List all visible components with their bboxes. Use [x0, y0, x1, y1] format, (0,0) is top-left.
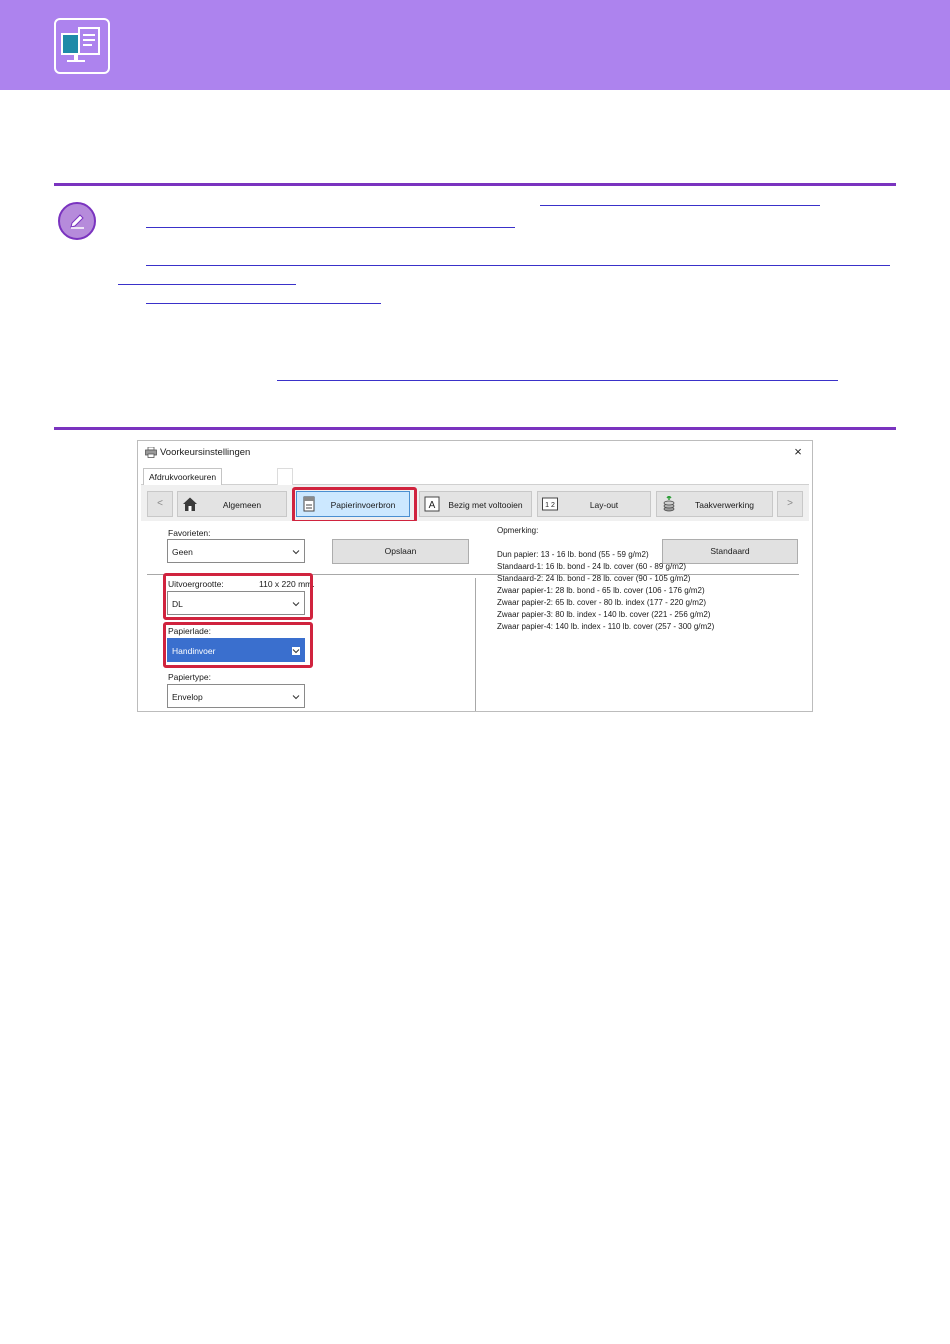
- note-link[interactable]: [146, 303, 381, 304]
- nav-layout-label: Lay-out: [589, 500, 619, 510]
- note-bottom-rule: [54, 427, 896, 430]
- job-stack-icon: [663, 496, 675, 512]
- save-button[interactable]: Opslaan: [332, 539, 469, 564]
- remarks-panel: Opmerking: Dun papier: 13 - 16 lb. bond …: [497, 525, 714, 633]
- note-link[interactable]: [540, 205, 820, 206]
- preferences-dialog: Voorkeursinstellingen × Afdrukvoorkeuren…: [137, 440, 813, 712]
- paper-type-value: Envelop: [172, 692, 203, 702]
- printer-icon: [145, 447, 157, 458]
- chevron-down-icon: [292, 550, 300, 555]
- favorites-select[interactable]: Geen: [167, 539, 305, 563]
- note-link[interactable]: [277, 380, 838, 381]
- remarks-title: Opmerking:: [497, 526, 539, 535]
- note-top-rule: [54, 183, 896, 186]
- note-link[interactable]: [146, 265, 890, 266]
- dialog-titlebar: Voorkeursinstellingen ×: [138, 441, 812, 465]
- layout-1-2-icon: 1 2: [542, 497, 558, 511]
- category-nav: < Algemeen Papierinvoerbron A Bezig met …: [141, 485, 809, 521]
- pencil-note-icon: [58, 202, 96, 240]
- favorites-value: Geen: [172, 547, 193, 557]
- tab-print-preferences[interactable]: Afdrukvoorkeuren: [143, 468, 223, 486]
- letter-a-icon: A: [424, 496, 440, 512]
- nav-prev-button[interactable]: <: [147, 491, 173, 517]
- nav-job-handling-button[interactable]: Taakverwerking: [656, 491, 773, 517]
- house-icon: [183, 497, 197, 511]
- remarks-line: Zwaar papier-2: 65 lb. cover - 80 lb. in…: [497, 598, 706, 607]
- remarks-line: Standaard-2: 24 lb. bond - 28 lb. cover …: [497, 574, 691, 583]
- svg-text:A: A: [429, 500, 436, 511]
- note-link[interactable]: [118, 284, 296, 285]
- svg-text:1 2: 1 2: [545, 502, 555, 509]
- remarks-line: Zwaar papier-1: 28 lb. bond - 65 lb. cov…: [497, 586, 705, 595]
- print-computer-icon: [54, 18, 110, 74]
- remarks-line: Dun papier: 13 - 16 lb. bond (55 - 59 g/…: [497, 550, 649, 559]
- nav-job-handling-label: Taakverwerking: [694, 500, 755, 510]
- nav-finishing-button[interactable]: A Bezig met voltooien: [419, 491, 532, 517]
- tab-strip: Afdrukvoorkeuren: [141, 467, 809, 486]
- paper-type-label: Papiertype:: [168, 672, 211, 682]
- nav-next-button[interactable]: >: [777, 491, 803, 517]
- highlight-paper-tray: [163, 622, 313, 668]
- favorites-label: Favorieten:: [168, 528, 211, 538]
- remarks-line: Zwaar papier-4: 140 lb. index - 110 lb. …: [497, 622, 715, 631]
- chevron-down-icon: [292, 695, 300, 700]
- highlight-output-size: [163, 573, 313, 620]
- tab-empty: [277, 468, 293, 485]
- remarks-line: Standaard-1: 16 lb. bond - 24 lb. cover …: [497, 562, 686, 571]
- dialog-title: Voorkeursinstellingen: [160, 447, 251, 458]
- close-button[interactable]: ×: [790, 444, 806, 460]
- paper-type-select[interactable]: Envelop: [167, 684, 305, 708]
- nav-layout-button[interactable]: 1 2 Lay-out: [537, 491, 651, 517]
- nav-general-button[interactable]: Algemeen: [177, 491, 287, 517]
- page-header-banner: [0, 0, 950, 90]
- highlight-paper-source: [292, 487, 417, 523]
- remarks-divider: [475, 578, 476, 711]
- remarks-line: Zwaar papier-3: 80 lb. index - 140 lb. c…: [497, 610, 711, 619]
- nav-general-label: Algemeen: [222, 500, 262, 510]
- nav-finishing-label: Bezig met voltooien: [448, 500, 523, 510]
- note-link[interactable]: [146, 227, 515, 228]
